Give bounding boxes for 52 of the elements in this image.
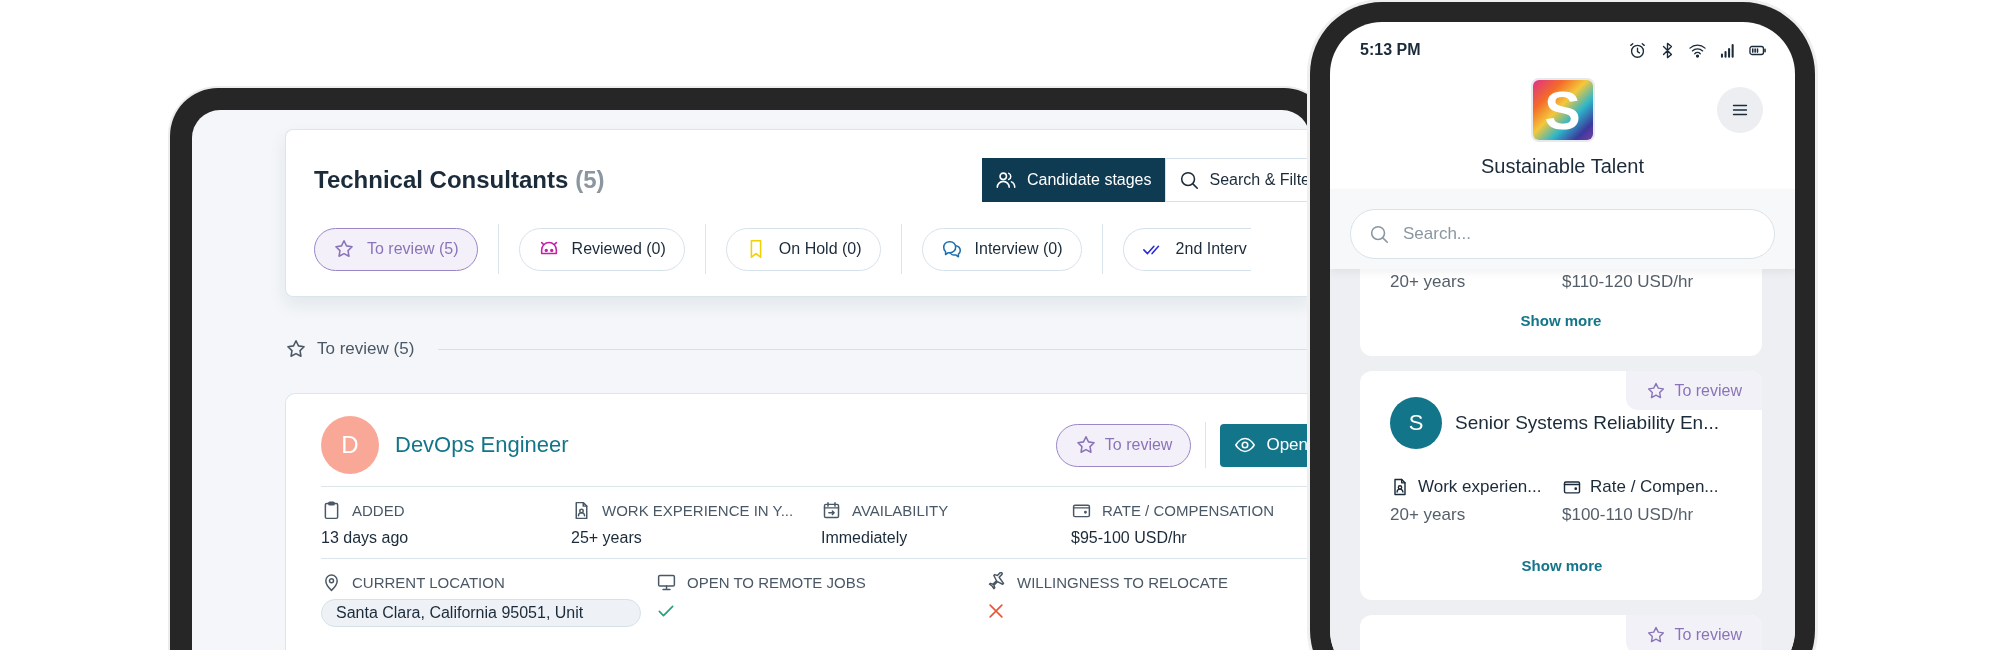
stage-filter-pill[interactable]: Interview (0) <box>921 227 1082 271</box>
field-value: 20+ years <box>1390 505 1467 525</box>
status-time: 5:13 PM <box>1360 41 1421 59</box>
field-label: CURRENT LOCATION <box>352 573 505 591</box>
field-label: WORK EXPERIENCE IN Y... <box>602 501 794 519</box>
search-icon <box>1368 223 1390 245</box>
avatar: S <box>1390 397 1442 449</box>
field-value: $110-120 USD/hr <box>1562 272 1695 292</box>
field-label: OPEN TO REMOTE JOBS <box>687 573 866 591</box>
calendar-icon <box>821 499 842 521</box>
status-badge: To review <box>1626 371 1762 410</box>
logo-letter: S <box>1544 83 1581 137</box>
star-icon <box>1074 434 1097 456</box>
users-icon <box>995 169 1017 191</box>
field-value: 25+ years <box>571 529 643 547</box>
field-label: ADDED <box>352 501 405 519</box>
star-icon <box>333 238 355 260</box>
field-label: AVAILABILITY <box>852 501 949 519</box>
star-icon <box>285 338 307 360</box>
stage-filter-pill[interactable]: Reviewed (0) <box>518 227 685 271</box>
app-title: Sustainable Talent <box>1479 154 1646 178</box>
open-button[interactable]: Open <box>1220 423 1310 467</box>
candidate-title[interactable]: Senior Systems Reliability En... <box>1455 412 1719 434</box>
field-label: WILLINGNESS TO RELOCATE <box>1017 573 1228 591</box>
section-heading: To review (5) <box>317 339 415 359</box>
field-value: 20+ years <box>1390 272 1467 292</box>
search-field[interactable]: Search... <box>1350 209 1775 259</box>
count-text: (5) <box>575 166 605 193</box>
status-badge: To review <box>1055 423 1192 467</box>
show-more-link[interactable]: Show more <box>1521 557 1603 574</box>
field-label: RATE / COMPENSATION <box>1102 501 1274 519</box>
candidate-title[interactable]: DevOps Engineer <box>395 432 1056 458</box>
show-more-link[interactable]: Show more <box>1520 312 1602 329</box>
field-label: Work experien... <box>1418 477 1542 497</box>
page-title: Technical Consultants <box>314 166 569 193</box>
status-badge: To review <box>1626 615 1762 650</box>
field-value: $100-110 USD/hr <box>1562 505 1695 525</box>
star-icon <box>1646 380 1667 401</box>
stage-filter-pill[interactable]: On Hold (0) <box>725 227 881 271</box>
alarm-icon <box>1628 40 1647 60</box>
field-value: 13 days ago <box>321 529 410 547</box>
field-value: $95-100 USD/hr <box>1071 529 1188 547</box>
stage-filter-pill[interactable]: 2nd Interv <box>1122 227 1251 271</box>
field-label: Rate / Compen... <box>1590 477 1719 497</box>
menu-button[interactable] <box>1717 87 1763 133</box>
star-icon <box>1646 624 1667 645</box>
field-value: Immediately <box>821 529 909 547</box>
stage-filter-pill[interactable]: To review (5) <box>314 227 478 271</box>
chat-icon <box>940 238 963 260</box>
avatar: D <box>321 416 379 474</box>
view-toggle-button[interactable]: Candidate stages <box>982 158 1165 202</box>
location-chip: Santa Clara, California 95051, Unit <box>321 599 641 627</box>
